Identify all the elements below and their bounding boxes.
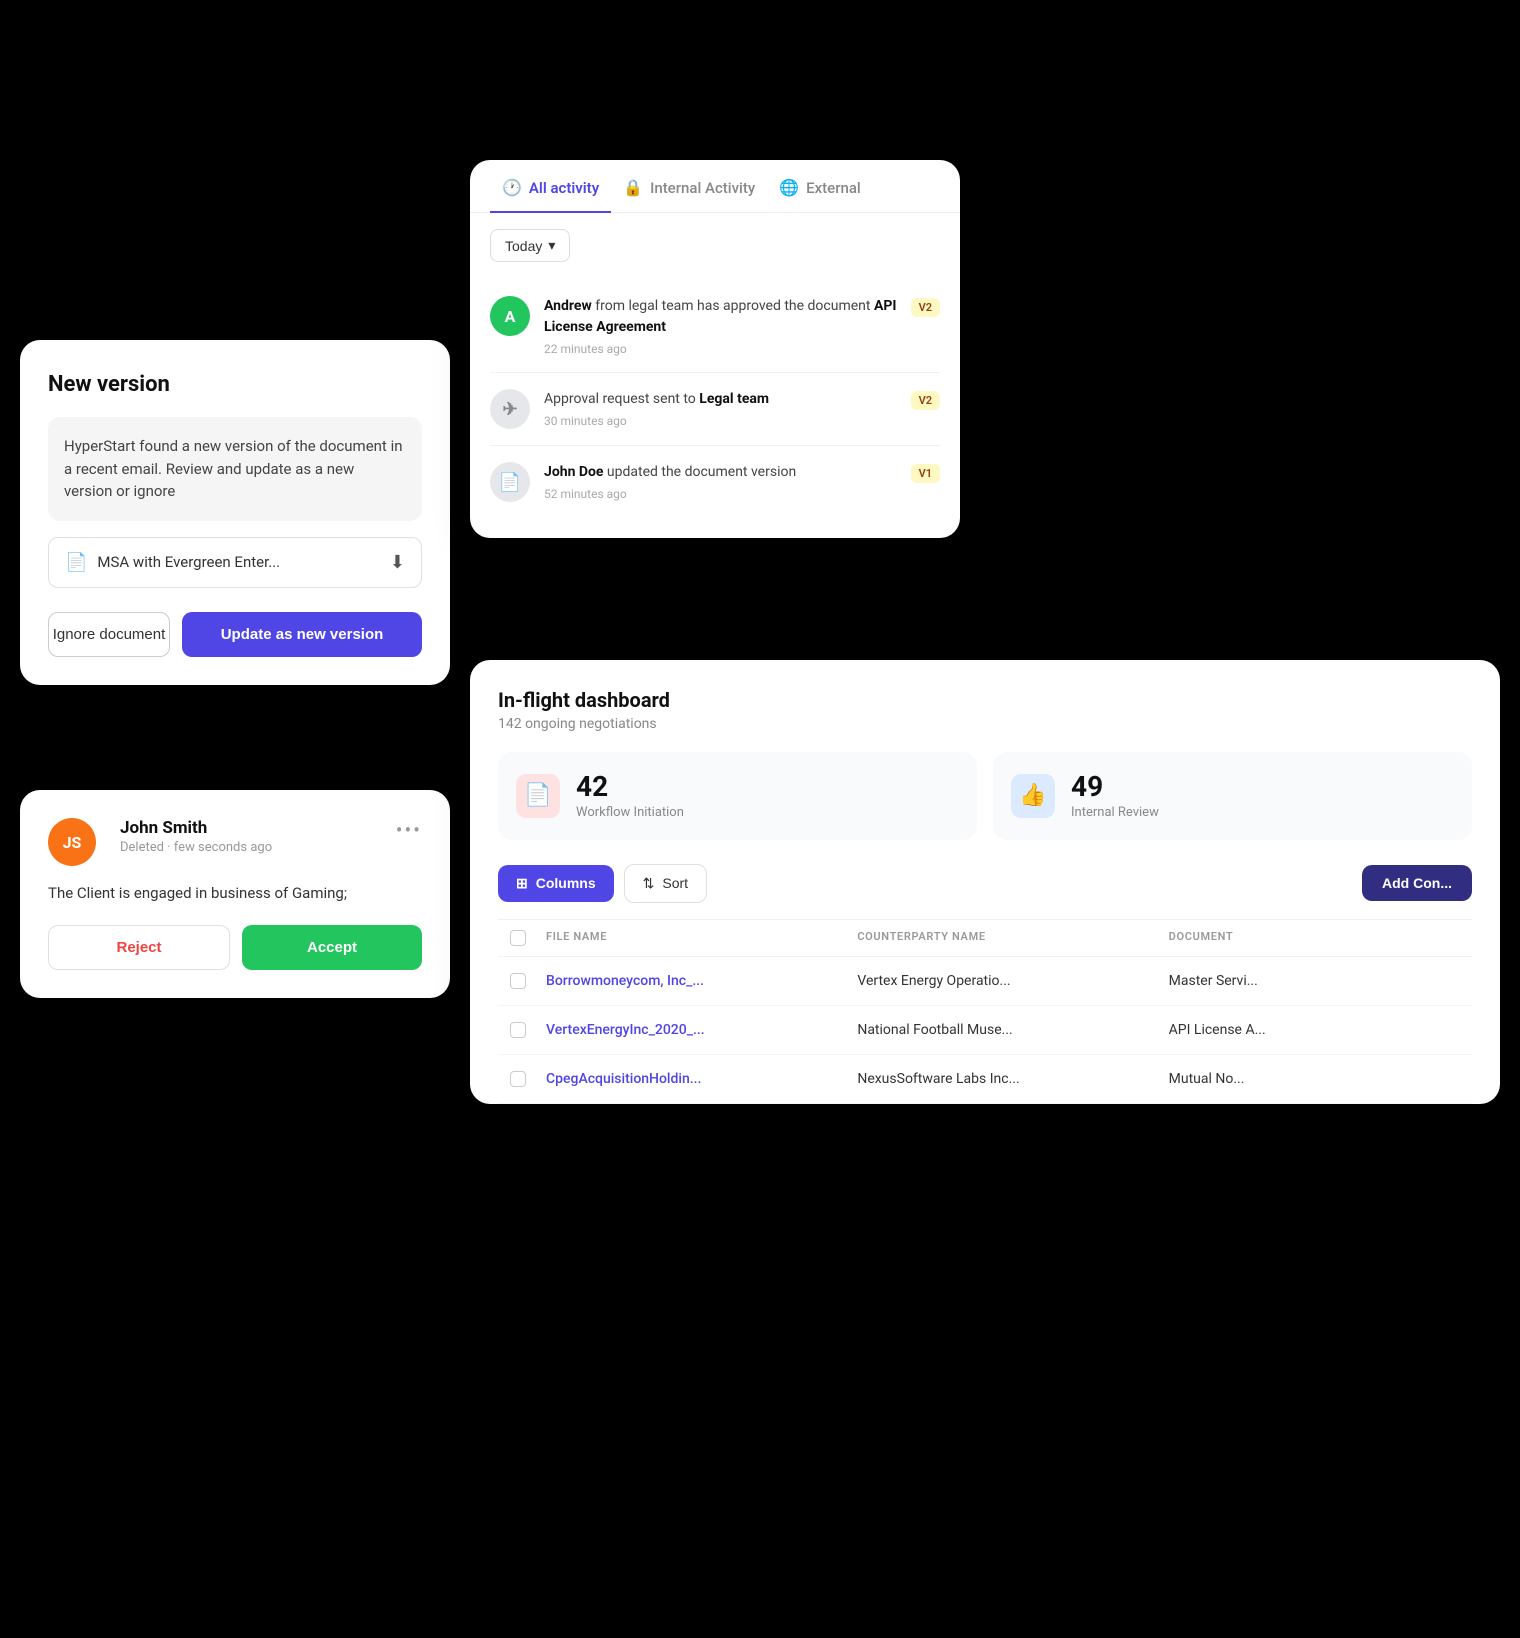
more-options-icon[interactable]: •••	[396, 818, 422, 842]
accept-button[interactable]: Accept	[242, 925, 422, 970]
today-filter-button[interactable]: Today ▾	[490, 229, 570, 262]
clock-icon: 🕐	[502, 178, 522, 197]
table-row: CpegAcquisitionHoldin... NexusSoftware L…	[498, 1055, 1472, 1104]
stat-card-workflow: 📄 42 Workflow Initiation	[498, 752, 977, 840]
avatar: A	[490, 296, 530, 336]
new-version-title: New version	[48, 372, 422, 397]
today-label: Today	[505, 238, 542, 254]
chevron-down-icon: ▾	[548, 237, 555, 254]
user-meta: Deleted · few seconds ago	[120, 840, 272, 855]
activity-content: Andrew from legal team has approved the …	[544, 296, 897, 356]
document-red-icon: 📄	[524, 783, 551, 808]
version-badge: V1	[911, 464, 940, 483]
send-icon-avatar: ✈	[490, 389, 530, 429]
john-smith-header: JS John Smith Deleted · few seconds ago …	[48, 818, 422, 866]
activity-item: ✈ Approval request sent to Legal team 30…	[490, 373, 940, 446]
tab-all-activity-label: All activity	[529, 179, 599, 197]
activity-tabs: 🕐 All activity 🔒 Internal Activity 🌐 Ext…	[470, 160, 960, 213]
lock-icon: 🔒	[623, 178, 643, 197]
columns-icon: ⊞	[516, 875, 528, 892]
workflow-icon-wrap: 📄	[516, 774, 560, 818]
file-icon: 📄	[65, 552, 87, 573]
activity-panel: 🕐 All activity 🔒 Internal Activity 🌐 Ext…	[470, 160, 960, 538]
stat-card-review: 👍 49 Internal Review	[993, 752, 1472, 840]
version-badge: V2	[911, 298, 940, 317]
file-name-header: FILE NAME	[538, 930, 849, 946]
activity-time: 22 minutes ago	[544, 342, 897, 356]
review-icon-wrap: 👍	[1011, 774, 1055, 818]
edit-actions: Reject Accept	[48, 925, 422, 970]
activity-body: Today ▾ A Andrew from legal team has app…	[470, 213, 960, 538]
dashboard-subtitle: 142 ongoing negotiations	[498, 716, 1472, 732]
update-as-new-version-button[interactable]: Update as new version	[182, 612, 422, 657]
sort-button[interactable]: ⇅ Sort	[624, 864, 707, 903]
columns-label: Columns	[536, 875, 596, 891]
user-name: John Smith	[120, 818, 272, 838]
table-header: FILE NAME COUNTERPARTY NAME DOCUMENT	[498, 919, 1472, 957]
review-count: 49	[1071, 772, 1159, 803]
file-name: MSA with Evergreen Enter...	[97, 553, 280, 571]
tab-external-label: External	[806, 179, 861, 197]
select-all-header	[498, 930, 538, 946]
document-cell: Mutual No...	[1161, 1071, 1472, 1087]
thumbsup-icon: 👍	[1019, 783, 1046, 808]
file-name-cell[interactable]: VertexEnergyInc_2020_...	[538, 1022, 849, 1038]
document-header: DOCUMENT	[1161, 930, 1472, 946]
avatar: JS	[48, 818, 96, 866]
document-icon-avatar: 📄	[490, 462, 530, 502]
new-version-description: HyperStart found a new version of the do…	[48, 417, 422, 521]
sort-icon: ⇅	[643, 875, 655, 892]
workflow-label: Workflow Initiation	[576, 805, 684, 820]
activity-time: 52 minutes ago	[544, 487, 897, 501]
activity-time: 30 minutes ago	[544, 414, 897, 428]
activity-content: Approval request sent to Legal team 30 m…	[544, 389, 897, 428]
counterparty-cell: Vertex Energy Operatio...	[849, 973, 1160, 989]
row-checkbox[interactable]	[510, 973, 526, 989]
john-smith-card: JS John Smith Deleted · few seconds ago …	[20, 790, 450, 998]
add-contract-button[interactable]: Add Con...	[1362, 865, 1472, 901]
stats-row: 📄 42 Workflow Initiation 👍 49 Internal R…	[498, 752, 1472, 840]
dashboard-panel: In-flight dashboard 142 ongoing negotiat…	[470, 660, 1500, 1104]
counterparty-header: COUNTERPARTY NAME	[849, 930, 1160, 946]
counterparty-cell: National Football Muse...	[849, 1022, 1160, 1038]
contracts-table: FILE NAME COUNTERPARTY NAME DOCUMENT Bor…	[498, 919, 1472, 1104]
table-row: Borrowmoneycom, Inc_... Vertex Energy Op…	[498, 957, 1472, 1006]
edit-content: The Client is engaged in business of Gam…	[48, 882, 422, 905]
filter-bar: Today ▾	[490, 229, 940, 262]
activity-content: John Doe updated the document version 52…	[544, 462, 897, 501]
activity-text: Andrew from legal team has approved the …	[544, 296, 897, 338]
counterparty-cell: NexusSoftware Labs Inc...	[849, 1071, 1160, 1087]
ignore-document-button[interactable]: Ignore document	[48, 612, 170, 657]
columns-button[interactable]: ⊞ Columns	[498, 865, 614, 902]
table-row: VertexEnergyInc_2020_... National Footba…	[498, 1006, 1472, 1055]
activity-item: 📄 John Doe updated the document version …	[490, 446, 940, 518]
version-badge: V2	[911, 391, 940, 410]
review-label: Internal Review	[1071, 805, 1159, 820]
sort-label: Sort	[662, 875, 688, 891]
tab-internal-activity-label: Internal Activity	[650, 179, 755, 197]
tab-external[interactable]: 🌐 External	[767, 160, 873, 213]
dashboard-title: In-flight dashboard	[498, 688, 1472, 712]
document-cell: API License A...	[1161, 1022, 1472, 1038]
row-checkbox[interactable]	[510, 1071, 526, 1087]
new-version-card: New version HyperStart found a new versi…	[20, 340, 450, 685]
new-version-actions: Ignore document Update as new version	[48, 612, 422, 657]
select-all-checkbox[interactable]	[510, 930, 526, 946]
row-checkbox[interactable]	[510, 1022, 526, 1038]
workflow-count: 42	[576, 772, 684, 803]
toolbar-row: ⊞ Columns ⇅ Sort Add Con...	[498, 864, 1472, 903]
globe-icon: 🌐	[779, 178, 799, 197]
activity-text: John Doe updated the document version	[544, 462, 897, 483]
file-name-cell[interactable]: Borrowmoneycom, Inc_...	[538, 973, 849, 989]
tab-all-activity[interactable]: 🕐 All activity	[490, 160, 611, 213]
reject-button[interactable]: Reject	[48, 925, 230, 970]
activity-item: A Andrew from legal team has approved th…	[490, 280, 940, 373]
tab-internal-activity[interactable]: 🔒 Internal Activity	[611, 160, 767, 213]
document-cell: Master Servi...	[1161, 973, 1472, 989]
download-icon[interactable]: ⬇	[390, 552, 405, 573]
new-version-file: 📄 MSA with Evergreen Enter... ⬇	[48, 537, 422, 588]
activity-text: Approval request sent to Legal team	[544, 389, 897, 410]
file-name-cell[interactable]: CpegAcquisitionHoldin...	[538, 1071, 849, 1087]
